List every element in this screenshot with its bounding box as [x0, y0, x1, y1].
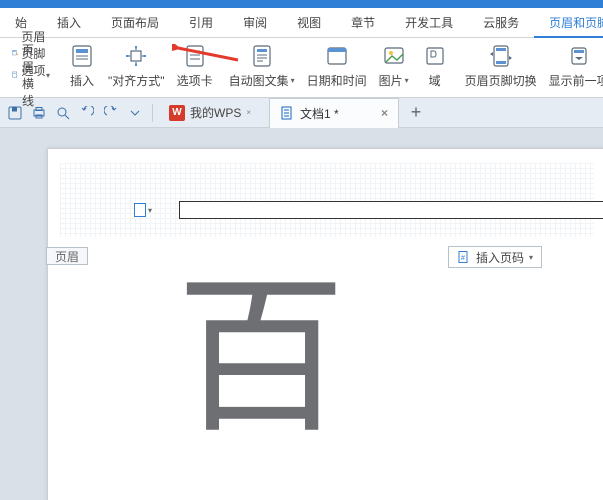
header-horizontal-line-label: 页眉横线 [22, 41, 43, 109]
date-time-button[interactable]: 日期和时间 [301, 40, 373, 95]
insert-label: 插入 [70, 72, 94, 89]
doc-type-icon [280, 106, 294, 120]
chevron-down-icon: ▾ [291, 76, 295, 85]
document-viewport: ▾ 页眉 # 插入页码 ▾ 百 [0, 128, 603, 500]
tab-dev-tools[interactable]: 开发工具 [390, 8, 468, 38]
prev-item-label: 显示前一项 [549, 72, 603, 89]
document-tab-label: 文档1 * [300, 105, 375, 122]
picture-icon [380, 42, 408, 70]
document-tab-close-icon[interactable]: × [381, 106, 388, 120]
page-number-icon: # [457, 250, 471, 264]
calendar-icon [323, 42, 351, 70]
quick-access-bar: W 我的WPS × 文档1 * × + [0, 98, 603, 128]
qat-preview-icon[interactable] [52, 102, 74, 124]
page: ▾ 页眉 # 插入页码 ▾ 百 [47, 148, 603, 500]
qat-dropdown-icon[interactable] [124, 102, 146, 124]
close-icon[interactable]: × [246, 108, 251, 117]
image-label: 图片 [379, 72, 403, 89]
wps-home-label: 我的WPS [190, 104, 241, 121]
align-mode-label: "对齐方式" [108, 72, 165, 89]
ribbon: 页眉页脚选项 页眉横线 ▾ 插入 [0, 38, 603, 98]
page-mini-icon [134, 203, 146, 217]
auto-collection-button[interactable]: 自动图文集 ▾ [223, 40, 301, 95]
chevron-down-icon: ▾ [405, 76, 409, 85]
auto-text-icon [248, 42, 276, 70]
auto-collection-label: 自动图文集 [229, 72, 289, 89]
qat-undo-icon[interactable] [76, 102, 98, 124]
header-style-dropdown[interactable]: ▾ [133, 201, 153, 219]
date-time-label: 日期和时间 [307, 72, 367, 89]
field-icon [421, 42, 449, 70]
header-tag-label: 页眉 [46, 247, 88, 265]
insert-page-number-label: 插入页码 [476, 249, 524, 266]
field-button[interactable]: 域 [415, 40, 455, 95]
header-text-field[interactable] [179, 201, 603, 219]
tab-references[interactable]: 引用 [174, 8, 228, 38]
chevron-down-icon: ▾ [529, 253, 533, 262]
qat-separator [152, 104, 153, 122]
insert-page-number-button[interactable]: # 插入页码 ▾ [448, 246, 542, 268]
expand-icon [122, 42, 150, 70]
tab-cloud[interactable]: 云服务 [468, 8, 534, 38]
header-horizontal-line-button[interactable]: 页眉横线 ▾ [8, 64, 54, 86]
tab-insert[interactable]: 插入 [42, 8, 96, 38]
tab-page-layout[interactable]: 页面布局 [96, 8, 174, 38]
options-card-icon [181, 42, 209, 70]
prev-item-button[interactable]: 显示前一项 [543, 40, 603, 95]
tab-header-footer[interactable]: 页眉和页脚 [534, 8, 603, 38]
align-mode-button[interactable]: "对齐方式" [102, 40, 171, 95]
hf-switch-icon [487, 42, 515, 70]
document-body-text[interactable]: 百 [176, 274, 346, 444]
hf-switch-button[interactable]: 页眉页脚切换 [459, 40, 543, 95]
tab-review[interactable]: 审阅 [228, 8, 282, 38]
wps-logo-icon: W [169, 105, 185, 121]
field-label: 域 [429, 72, 441, 89]
insert-icon [68, 42, 96, 70]
chevron-down-icon: ▾ [148, 206, 152, 215]
header-content-bar: ▾ [133, 201, 603, 219]
ribbon-tab-strip: 始 插入 页面布局 引用 审阅 视图 章节 开发工具 云服务 页眉和页脚 [0, 8, 603, 38]
wps-home-tab[interactable]: W 我的WPS × [159, 98, 261, 128]
tab-view[interactable]: 视图 [282, 8, 336, 38]
chevron-down-icon: ▾ [46, 71, 50, 80]
qat-redo-icon[interactable] [100, 102, 122, 124]
page-options-icon [12, 45, 18, 61]
prev-item-icon [565, 42, 593, 70]
page-hline-icon [12, 67, 19, 83]
insert-button[interactable]: 插入 [62, 40, 102, 95]
document-tab[interactable]: 文档1 * × [269, 98, 399, 128]
svg-text:#: # [461, 255, 465, 262]
ribbon-group-header-options: 页眉页脚选项 页眉横线 ▾ [4, 40, 58, 95]
option-tab-label: 选项卡 [177, 72, 213, 89]
hf-switch-label: 页眉页脚切换 [465, 72, 537, 89]
tab-sections[interactable]: 章节 [336, 8, 390, 38]
image-button[interactable]: 图片 ▾ [373, 40, 415, 95]
option-tab-button[interactable]: 选项卡 [171, 40, 219, 95]
new-tab-button[interactable]: + [405, 102, 427, 124]
header-edit-region[interactable] [60, 163, 594, 237]
